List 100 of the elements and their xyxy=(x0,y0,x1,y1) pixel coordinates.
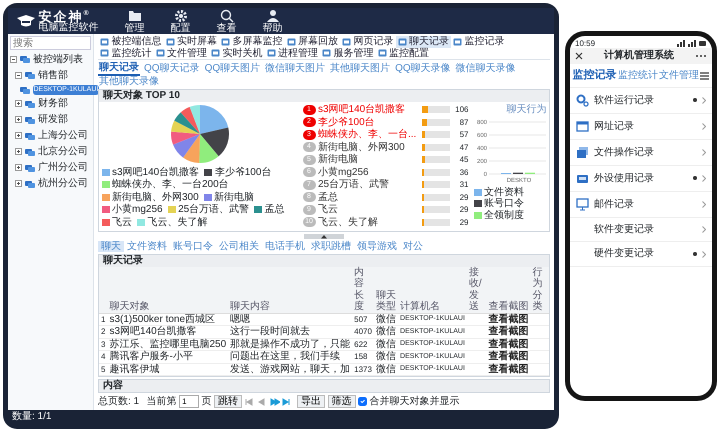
more-icon[interactable] xyxy=(695,54,707,58)
search-field[interactable]: 搜索 xyxy=(10,36,91,50)
sub-tab[interactable]: 微信聊天图片 xyxy=(264,62,326,76)
last-page-icon[interactable] xyxy=(282,398,292,406)
browser-window-icon xyxy=(576,120,589,133)
toolbar-button[interactable]: 监控统计 xyxy=(98,48,154,59)
chevron-icon xyxy=(702,174,706,182)
expand-icon[interactable] xyxy=(15,100,22,108)
view-screenshot-link[interactable]: 查看截图 xyxy=(488,364,529,374)
toolbar-button[interactable]: 实时屏幕 xyxy=(164,36,219,48)
tree-item[interactable]: 北京分公司 xyxy=(37,145,89,159)
view-screenshot-link[interactable]: 查看截图 xyxy=(488,338,529,350)
tree-item[interactable]: 上海分公司 xyxy=(37,129,89,143)
toolbar-button[interactable]: 屏幕回放 xyxy=(284,36,340,48)
next-page-icon[interactable] xyxy=(270,398,280,406)
filter-button[interactable]: 筛选 xyxy=(328,395,356,408)
nav-button[interactable]: 帮助 xyxy=(262,8,282,34)
sub-tab[interactable]: QQ聊天图片 xyxy=(204,62,262,76)
tree-item[interactable]: 财务部 xyxy=(37,97,69,111)
sub-tab[interactable]: QQ聊天录像 xyxy=(394,62,452,76)
toolbar-button[interactable]: 聊天记录 xyxy=(396,36,451,48)
menu-row[interactable]: 邮件记录 xyxy=(570,192,712,218)
app-tab[interactable]: 监控统计 xyxy=(618,70,658,82)
merge-checkbox[interactable] xyxy=(358,397,368,406)
legend-label: 小黄mg256 xyxy=(112,204,163,216)
menu-row[interactable]: 网址记录 xyxy=(570,114,712,140)
sub-tab[interactable]: 其他聊天图片 xyxy=(329,62,392,76)
menu-label: 网址记录 xyxy=(594,120,635,132)
panel-title: 聊天对象 TOP 10 xyxy=(99,90,549,102)
close-icon[interactable] xyxy=(575,52,583,60)
collapse-icon[interactable] xyxy=(15,72,22,79)
page-label: 页 xyxy=(202,396,212,408)
ranking-count: 45 xyxy=(458,155,468,164)
toolbar-button[interactable]: 实时关机 xyxy=(209,48,264,59)
menu-label: 软件变更记录 xyxy=(594,224,655,236)
category-tab[interactable]: 领导游戏 xyxy=(354,240,400,252)
toolbar-button[interactable]: 监控记录 xyxy=(451,36,506,48)
toolbar-button[interactable]: 多屏幕监控 xyxy=(219,36,284,48)
menu-label: 文件操作记录 xyxy=(594,146,655,158)
menu-row[interactable]: 硬件变更记录 xyxy=(570,242,712,267)
window-icon xyxy=(266,49,276,58)
category-tab[interactable]: 账号口令 xyxy=(170,240,216,252)
legend-label: 账号口令 xyxy=(484,198,524,210)
ranking-name: 蜘蛛侠办、李、一台... xyxy=(318,129,418,140)
toolbar-button[interactable]: 服务管理 xyxy=(320,48,376,59)
chevron-icon xyxy=(702,96,706,104)
export-button[interactable]: 导出 xyxy=(297,395,326,408)
column-header: 查看截图 xyxy=(486,266,531,313)
tree-item[interactable]: 被控端列表 xyxy=(32,52,84,66)
view-screenshot-link[interactable]: 查看截图 xyxy=(488,351,529,362)
table-cell: 发送、游戏网站，聊天，加 xyxy=(228,363,352,376)
category-tab[interactable]: 公司相关 xyxy=(216,240,262,252)
category-tab[interactable]: 电话手机 xyxy=(262,240,308,252)
tree-item[interactable]: 销售部 xyxy=(37,68,69,82)
expand-icon[interactable] xyxy=(15,164,22,172)
collapse-handle[interactable] xyxy=(304,234,344,238)
toolbar-button[interactable]: 监控配置 xyxy=(376,48,431,59)
legend-label: s3网吧140台凯撒客 xyxy=(112,166,200,178)
toolbar-button[interactable]: 进程管理 xyxy=(264,48,320,59)
legend-label: 新街电脑、外网300 xyxy=(112,192,199,203)
panel-title: 聊天记录 xyxy=(99,255,549,266)
menu-row[interactable]: 文件操作记录 xyxy=(570,140,712,166)
sub-tab[interactable]: QQ聊天记录 xyxy=(143,62,201,76)
tree-item[interactable]: 广州分公司 xyxy=(37,161,89,175)
page-field[interactable]: 1 xyxy=(179,395,200,408)
toolbar-button[interactable]: 文件管理 xyxy=(154,48,209,59)
tree-item[interactable]: 杭州分公司 xyxy=(37,177,89,191)
menu-icon[interactable] xyxy=(700,72,710,80)
table-cell: 嗯嗯 xyxy=(228,313,352,326)
expand-icon[interactable] xyxy=(15,132,22,140)
sub-tab[interactable]: 其他聊天录像 xyxy=(98,76,160,87)
app-tab[interactable]: 文件管理 xyxy=(659,70,700,82)
table-cell: 这行一段时间就去 xyxy=(228,326,352,338)
tree-item[interactable]: 研发部 xyxy=(37,113,69,127)
table-cell: 那就是操作不成功了，只能 xyxy=(228,338,352,350)
ranking-count: 36 xyxy=(458,168,468,177)
jump-button[interactable]: 跳转 xyxy=(214,395,242,408)
toolbar-button[interactable]: 被控端信息 xyxy=(98,36,164,48)
nav-button[interactable]: 配置 xyxy=(170,8,190,34)
expand-icon[interactable] xyxy=(15,116,22,124)
window-icon xyxy=(378,49,386,58)
menu-row[interactable]: 软件变更记录 xyxy=(570,218,712,242)
category-tab[interactable]: 文件资料 xyxy=(124,240,170,252)
nav-button[interactable]: 管理 xyxy=(124,8,144,34)
sub-tab[interactable]: 微信聊天录像 xyxy=(454,62,517,76)
app-tab[interactable]: 监控记录 xyxy=(572,69,616,82)
chart-title: 聊天行为 xyxy=(506,104,546,116)
category-tab[interactable]: 求职跳槽 xyxy=(308,240,354,252)
view-screenshot-link[interactable]: 查看截图 xyxy=(488,314,529,324)
logo-subtitle: 电脑监控软件 xyxy=(38,22,98,32)
sub-tab[interactable]: 聊天记录 xyxy=(98,62,140,76)
view-screenshot-link[interactable]: 查看截图 xyxy=(488,326,529,337)
toolbar-button[interactable]: 网页记录 xyxy=(340,36,396,48)
expand-icon[interactable] xyxy=(15,180,22,188)
category-tab[interactable]: 对公 xyxy=(400,240,426,252)
nav-button[interactable]: 查看 xyxy=(216,8,236,34)
menu-row[interactable]: 软件运行记录 xyxy=(570,88,712,114)
collapse-icon[interactable] xyxy=(10,56,17,63)
expand-icon[interactable] xyxy=(15,148,22,156)
menu-row[interactable]: 外设使用记录 xyxy=(570,166,712,192)
